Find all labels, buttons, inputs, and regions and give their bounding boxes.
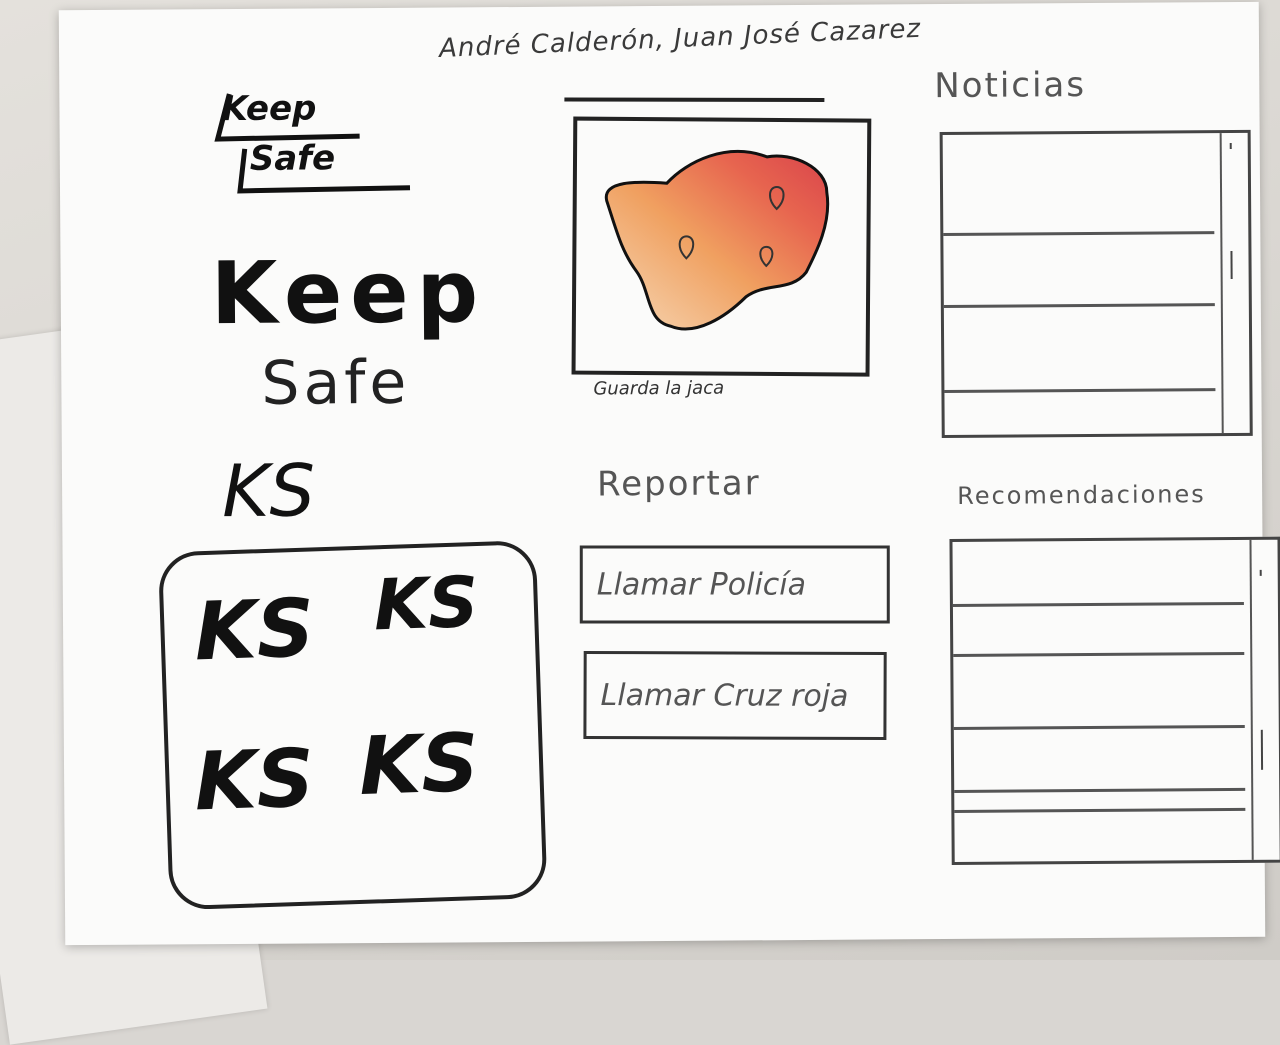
ks-variant: KS (372, 560, 480, 647)
map-drawing (604, 150, 830, 331)
map-panel[interactable] (571, 116, 872, 377)
news-list[interactable] (939, 129, 1253, 439)
scrollbar-thumb[interactable] (1230, 251, 1233, 280)
recs-row-divider (954, 807, 1246, 813)
recs-row-divider (953, 724, 1245, 730)
ks-variant: KS (357, 716, 481, 813)
report-title: Reportar (596, 463, 761, 505)
call-police-button[interactable]: Llamar Policía (579, 545, 890, 624)
ks-variant: KS (193, 581, 316, 679)
scrollbar-up-mark (1229, 143, 1232, 150)
recs-row-divider (953, 651, 1245, 657)
map-header-line (564, 97, 825, 102)
news-scrollbar[interactable] (1219, 132, 1250, 434)
recs-row-divider (954, 787, 1246, 793)
scrollbar-up-mark (1259, 569, 1262, 576)
map-caption: Guarda la jaca (593, 377, 725, 400)
recommendations-list[interactable] (949, 536, 1280, 865)
recs-row-divider (952, 601, 1244, 607)
logo-line-safe: Safe (249, 138, 336, 179)
logo-line-keep: Keep (221, 88, 317, 130)
sketch-paper: André Calderón, Juan José Cazarez Keep S… (58, 1, 1280, 946)
news-title: Noticias (934, 65, 1087, 107)
recommendations-title: Recomendaciones (957, 480, 1206, 510)
brand-option-keep: Keep (210, 242, 487, 345)
authors-text: André Calderón, Juan José Cazarez (438, 13, 922, 64)
call-red-cross-button[interactable]: Llamar Cruz roja (583, 650, 887, 741)
news-row-divider (943, 303, 1215, 309)
ks-variant: KS (193, 731, 316, 829)
keep-safe-logo: Keep Safe (209, 88, 420, 209)
scrollbar-thumb[interactable] (1260, 729, 1264, 770)
ks-logo-variants-box: KS KS KS KS (157, 539, 548, 911)
brand-option-ks: KS (221, 448, 316, 534)
map-region-shape (604, 150, 830, 331)
brand-option-safe: Safe (261, 347, 411, 419)
news-row-divider (944, 388, 1216, 394)
recs-scrollbar[interactable] (1249, 539, 1280, 860)
news-row-divider (943, 231, 1215, 237)
